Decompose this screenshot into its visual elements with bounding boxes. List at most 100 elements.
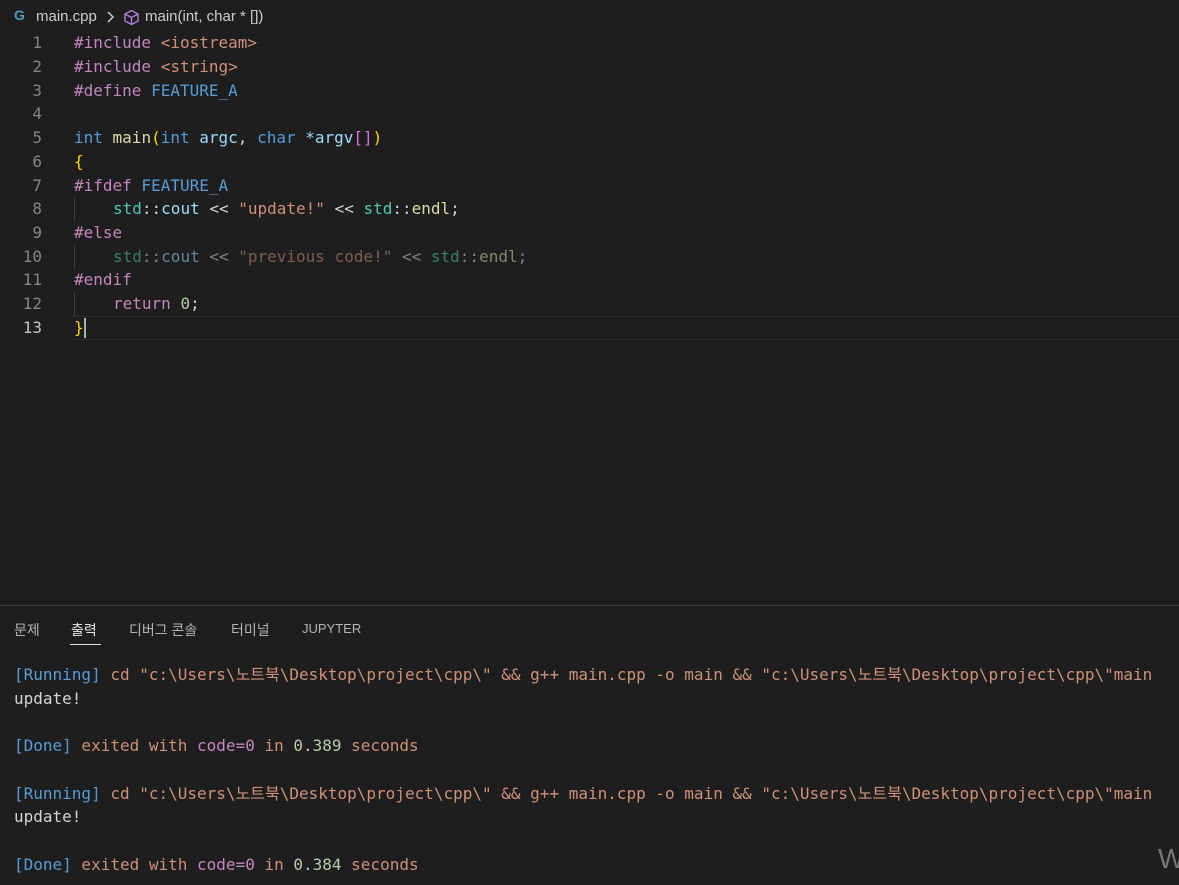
tab-debug-console[interactable]: 디버그 콘솔 (129, 620, 197, 640)
token: ; (190, 294, 200, 313)
code-line-7: #ifdef FEATURE_A (74, 174, 228, 198)
active-tab-indicator (70, 644, 101, 645)
token: argc (189, 128, 238, 147)
token: "update!" (238, 199, 325, 218)
code-line-8: std::cout << "update!" << std::endl; (113, 197, 460, 221)
token: [] (353, 128, 373, 147)
line-number: 7 (32, 176, 42, 195)
output-text: in (254, 736, 294, 755)
token: #include (74, 33, 152, 52)
token: #endif (74, 270, 132, 289)
output-command: cd "c:\Users\노트북\Desktop\project\cpp\" &… (100, 665, 1153, 684)
token: std (430, 247, 460, 266)
line-number: 10 (22, 247, 42, 266)
breadcrumb-symbol[interactable]: main(int, char * []) (145, 8, 263, 25)
token: main (102, 128, 152, 147)
token: :: (141, 247, 162, 266)
token: << (199, 247, 239, 266)
token: "previous code!" (238, 247, 393, 266)
line-number: 4 (32, 104, 42, 123)
token: , (237, 128, 258, 147)
symbol-method-icon (124, 9, 139, 26)
token: << (199, 199, 239, 218)
token: char (257, 128, 296, 147)
line-number: 3 (32, 81, 42, 100)
breadcrumb: G main.cpp main(int, char * []) (0, 0, 1179, 34)
tab-output[interactable]: 출력 (71, 620, 97, 640)
tab-problems[interactable]: 문제 (14, 620, 40, 640)
code-line-2: #include <string> (74, 55, 238, 79)
token: int (74, 128, 103, 147)
code-line-6: { (74, 150, 84, 174)
token: std (113, 247, 142, 266)
output-line: update! (14, 807, 82, 826)
line-number: 12 (22, 294, 42, 313)
token: << (324, 199, 364, 218)
current-line-highlight (72, 316, 1179, 340)
output-line: [Done] exited with code=0 in 0.384 secon… (14, 853, 419, 877)
tab-terminal[interactable]: 터미널 (231, 620, 270, 640)
code-line-10-inactive: std::cout << "previous code!" << std::en… (113, 245, 527, 269)
breadcrumb-file[interactable]: main.cpp (36, 8, 97, 25)
token: #include (74, 57, 152, 76)
token: FEATURE_A (141, 81, 238, 100)
code-line-1: #include <iostream> (74, 31, 257, 55)
token: :: (141, 199, 162, 218)
code-line-13: } (74, 316, 84, 340)
token: ) (372, 128, 383, 147)
token: cout (161, 199, 200, 218)
output-duration: 0.389 (293, 736, 342, 755)
code-line-9: #else (74, 221, 122, 245)
token: :: (392, 199, 412, 218)
output-text: exited with (71, 736, 198, 755)
line-number: 6 (32, 152, 42, 171)
line-number: 8 (32, 199, 42, 218)
text-cursor (84, 318, 86, 338)
token: } (74, 318, 84, 337)
code-line-11: #endif (74, 268, 132, 292)
token: ; (450, 199, 460, 218)
watermark-fragment: W (1158, 843, 1179, 874)
line-number: 9 (32, 223, 42, 242)
token: argv (314, 128, 354, 147)
line-number: 11 (22, 270, 42, 289)
token: <string> (151, 57, 238, 76)
output-text: in (254, 855, 294, 874)
output-tag: [Running] (14, 784, 101, 803)
token: #else (74, 223, 123, 242)
token: int (160, 128, 190, 147)
line-number: 1 (32, 33, 42, 52)
code-line-12: return 0; (113, 292, 200, 316)
token: ; (517, 247, 528, 266)
token: endl (479, 247, 518, 266)
token: std (113, 199, 142, 218)
tab-jupyter[interactable]: JUPYTER (302, 621, 361, 636)
output-text: seconds (341, 855, 419, 874)
output-tag: [Running] (14, 665, 101, 684)
code-line-3: #define FEATURE_A (74, 79, 238, 103)
token: << (392, 247, 431, 266)
token: :: (459, 247, 480, 266)
code-editor[interactable]: 1 2 3 4 5 6 7 8 9 10 11 12 13 #include <… (0, 30, 1179, 605)
token: endl (411, 199, 451, 218)
output-exit-code: code=0 (197, 855, 255, 874)
output-line: [Running] cd "c:\Users\노트북\Desktop\proje… (14, 663, 1152, 687)
output-command: cd "c:\Users\노트북\Desktop\project\cpp\" &… (100, 784, 1153, 803)
token: #ifdef (74, 176, 132, 195)
line-number-active: 13 (22, 318, 42, 337)
indent-guide (74, 292, 75, 316)
line-number: 2 (32, 57, 42, 76)
token: { (74, 152, 84, 171)
token: 0 (180, 294, 191, 313)
output-tag: [Done] (14, 736, 72, 755)
output-line: [Done] exited with code=0 in 0.389 secon… (14, 734, 419, 758)
token: FEATURE_A (131, 176, 229, 195)
token: <iostream> (151, 33, 258, 52)
indent-guide (74, 197, 75, 221)
line-number: 5 (32, 128, 42, 147)
token: std (363, 199, 393, 218)
output-text: seconds (341, 736, 419, 755)
output-text: exited with (71, 855, 198, 874)
token: ( (151, 128, 161, 147)
